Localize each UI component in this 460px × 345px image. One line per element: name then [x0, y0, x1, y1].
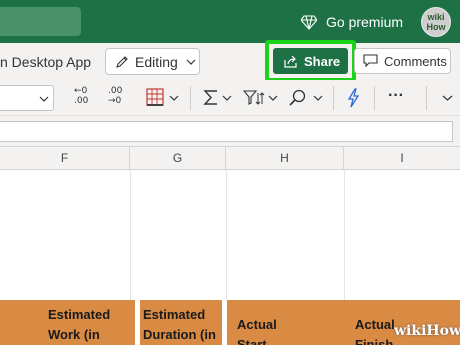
avatar[interactable]: wiki How — [421, 7, 451, 37]
open-in-desktop-app-link[interactable]: n Desktop App — [0, 54, 91, 70]
column-label: G — [172, 151, 183, 165]
chevron-down-icon[interactable] — [169, 93, 179, 103]
number-format-dropdown[interactable] — [0, 85, 54, 111]
header-cell-line: Actual — [237, 317, 277, 332]
header-cell-actual-start[interactable]: Actual Start — [237, 315, 277, 345]
sort-filter-icon[interactable] — [243, 89, 265, 107]
grid-line — [226, 170, 227, 300]
chevron-down-icon[interactable] — [268, 93, 278, 103]
header-cell-actual-finish[interactable]: Actual Finish — [355, 315, 395, 345]
formula-bar — [0, 116, 460, 146]
wikihow-watermark: wikiHow — [394, 323, 460, 339]
share-label: Share — [304, 53, 341, 69]
header-cell-line: Duration (in — [143, 327, 216, 342]
chevron-down-icon[interactable] — [313, 93, 323, 103]
ribbon-toolbar: ←0 .00 .00 →0 ··· — [0, 80, 460, 116]
column-label: H — [280, 151, 289, 165]
search-box[interactable] — [0, 7, 81, 36]
comment-icon — [363, 54, 378, 68]
pencil-icon — [116, 55, 128, 68]
header-cell-line: Actual — [355, 317, 395, 332]
header-cell-line: Finish — [355, 337, 394, 345]
ribbon-separator — [374, 86, 375, 110]
app-header: Go premium wiki How — [0, 0, 460, 43]
column-label: F — [60, 151, 69, 165]
decrease-decimal-button[interactable]: .00 →0 — [108, 86, 130, 110]
header-cell-line: Start — [237, 337, 267, 345]
column-header-h[interactable]: H — [226, 147, 344, 169]
increase-decimal-bottom: .00 — [74, 96, 89, 106]
avatar-text-top: wiki — [427, 12, 445, 22]
grid-line — [130, 170, 131, 300]
increase-decimal-button[interactable]: ←0 .00 — [74, 86, 96, 110]
increase-decimal-top: ←0 — [74, 86, 88, 96]
lightning-icon[interactable] — [346, 88, 360, 108]
editing-mode-button[interactable]: Editing — [105, 48, 200, 75]
chevron-down-icon[interactable] — [442, 93, 453, 103]
formula-input[interactable] — [0, 121, 453, 142]
cell-divider — [135, 300, 140, 345]
header-cell-estimated-duration[interactable]: Estimated Duration (in — [143, 305, 216, 345]
header-cell-estimated-work[interactable]: Estimated Work (in — [48, 305, 110, 345]
column-label: I — [400, 151, 404, 165]
header-cell-line: Estimated — [48, 307, 111, 322]
editing-label: Editing — [135, 53, 178, 70]
cell-divider — [222, 300, 227, 345]
comments-button[interactable]: Comments — [354, 48, 451, 74]
autosum-icon[interactable] — [203, 89, 219, 106]
chevron-down-icon[interactable] — [222, 93, 232, 103]
comments-label: Comments — [384, 53, 447, 69]
ribbon-separator — [190, 86, 191, 110]
column-header-g[interactable]: G — [130, 147, 226, 169]
ribbon-separator — [333, 86, 334, 110]
go-premium-label: Go premium — [326, 14, 404, 30]
column-headers: F G H I — [0, 146, 460, 170]
go-premium-link[interactable]: Go premium — [301, 11, 403, 33]
spreadsheet-grid[interactable] — [0, 170, 460, 300]
chevron-down-icon — [186, 59, 196, 65]
diamond-icon — [301, 15, 317, 30]
header-cell-line: Estimated — [143, 307, 206, 322]
ribbon-separator — [426, 86, 427, 110]
share-button[interactable]: Share — [273, 48, 348, 74]
grid-line — [344, 170, 345, 300]
header-cell-line: Work (in — [48, 327, 100, 342]
share-icon — [284, 55, 297, 68]
search-icon[interactable] — [289, 89, 307, 107]
decrease-decimal-bottom: →0 — [108, 96, 122, 106]
table-header-row: Estimated Work (in Estimated Duration (i… — [0, 300, 460, 345]
column-header-i[interactable]: I — [344, 147, 460, 169]
column-header-f[interactable]: F — [0, 147, 130, 169]
borders-icon[interactable] — [146, 88, 164, 106]
decrease-decimal-top: .00 — [108, 86, 123, 96]
more-options-button[interactable]: ··· — [388, 87, 404, 105]
chevron-down-icon — [39, 96, 49, 102]
avatar-text-bottom: How — [426, 22, 446, 32]
